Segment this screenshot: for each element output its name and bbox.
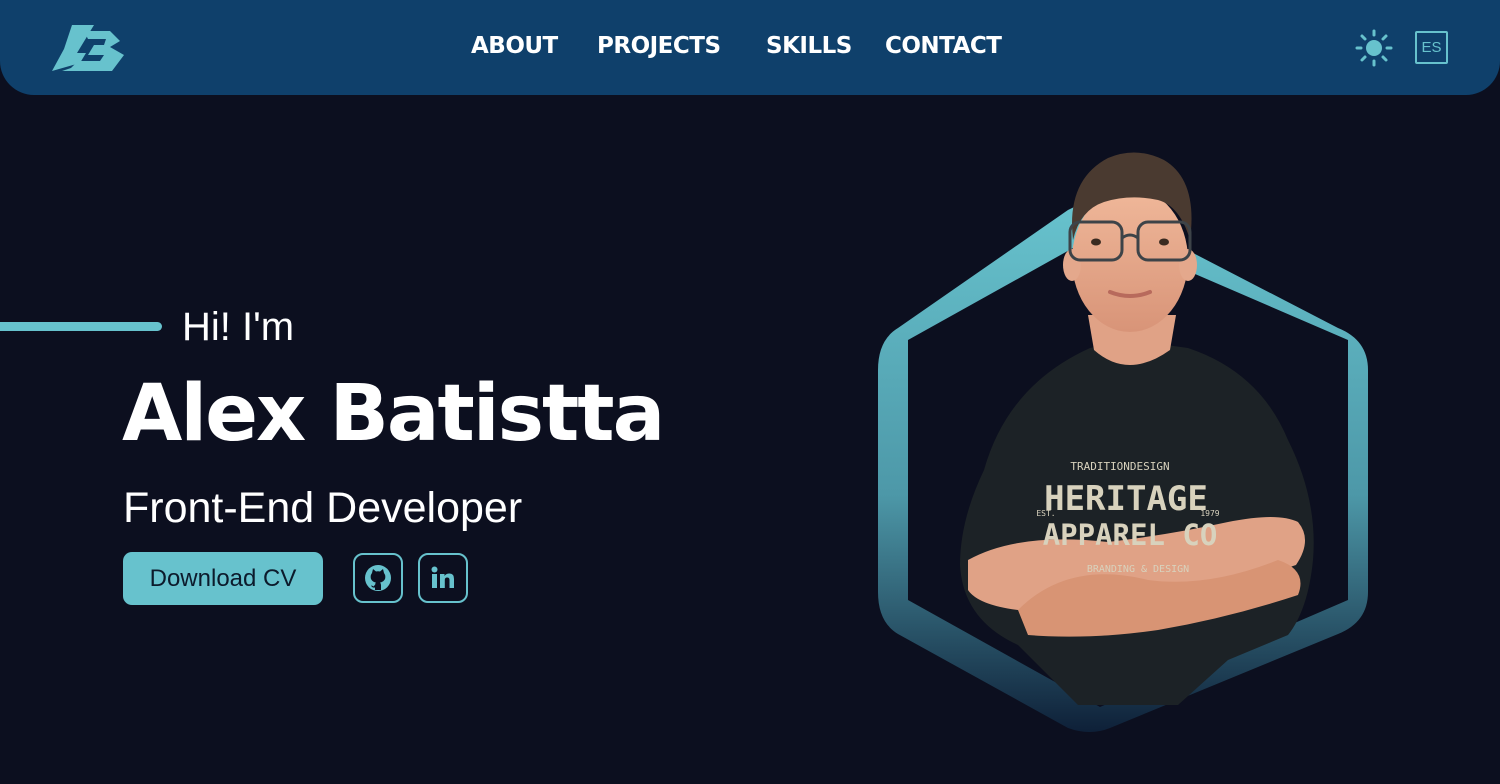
shirt-text-heritage: HERITAGE [1044,479,1208,519]
shirt-text-top: TRADITIONDESIGN [1070,460,1169,473]
site-header: ABOUT PROJECTS SKILLS CONTACT ES [0,0,1500,95]
hero-role: Front-End Developer [123,484,523,532]
github-link[interactable] [353,553,403,603]
shirt-text-year: 1979 [1200,509,1219,518]
sun-icon[interactable] [1354,28,1394,68]
greeting-accent-line [0,322,162,331]
profile-photo: TRADITIONDESIGN HERITAGE APPAREL CO BRAN… [878,152,1368,732]
shirt-text-apparel: APPAREL CO [1043,518,1218,552]
linkedin-link[interactable] [418,553,468,603]
nav-link-skills[interactable]: SKILLS [766,33,852,59]
language-toggle-button[interactable]: ES [1415,31,1448,64]
shirt-text-est: EST. [1036,509,1055,518]
logo-icon[interactable] [50,23,126,73]
nav-link-projects[interactable]: PROJECTS [597,33,721,59]
linkedin-icon [431,566,454,588]
shirt-text-branding: BRANDING & DESIGN [1087,564,1189,575]
github-icon [365,565,391,591]
nav-link-contact[interactable]: CONTACT [885,33,1002,59]
hero-greeting: Hi! I'm [182,305,295,349]
hero-name: Alex Batistta [122,369,665,459]
nav-link-about[interactable]: ABOUT [471,33,558,59]
download-cv-button[interactable]: Download CV [123,552,323,605]
main-nav: ABOUT PROJECTS SKILLS CONTACT [0,0,1500,95]
